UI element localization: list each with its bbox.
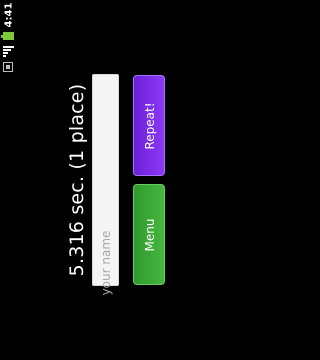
repeat-button-label: Repeat! <box>143 102 157 150</box>
sdcard-icon <box>3 62 13 72</box>
battery-icon <box>1 32 14 40</box>
name-input-placeholder: your name <box>99 230 113 296</box>
app-screen: 4:41 5.316 sec. (1 place) your name Repe… <box>0 0 216 360</box>
menu-button[interactable]: Menu <box>133 184 165 285</box>
result-time-text: 5.316 sec. (1 place) <box>66 83 88 277</box>
status-bar: 4:41 <box>0 0 18 360</box>
status-clock: 4:41 <box>1 2 17 28</box>
name-input[interactable]: your name <box>92 74 119 295</box>
repeat-button[interactable]: Repeat! <box>133 75 165 176</box>
menu-button-label: Menu <box>143 218 157 252</box>
signal-icon <box>3 46 14 57</box>
status-time: 4:41 <box>3 2 15 28</box>
